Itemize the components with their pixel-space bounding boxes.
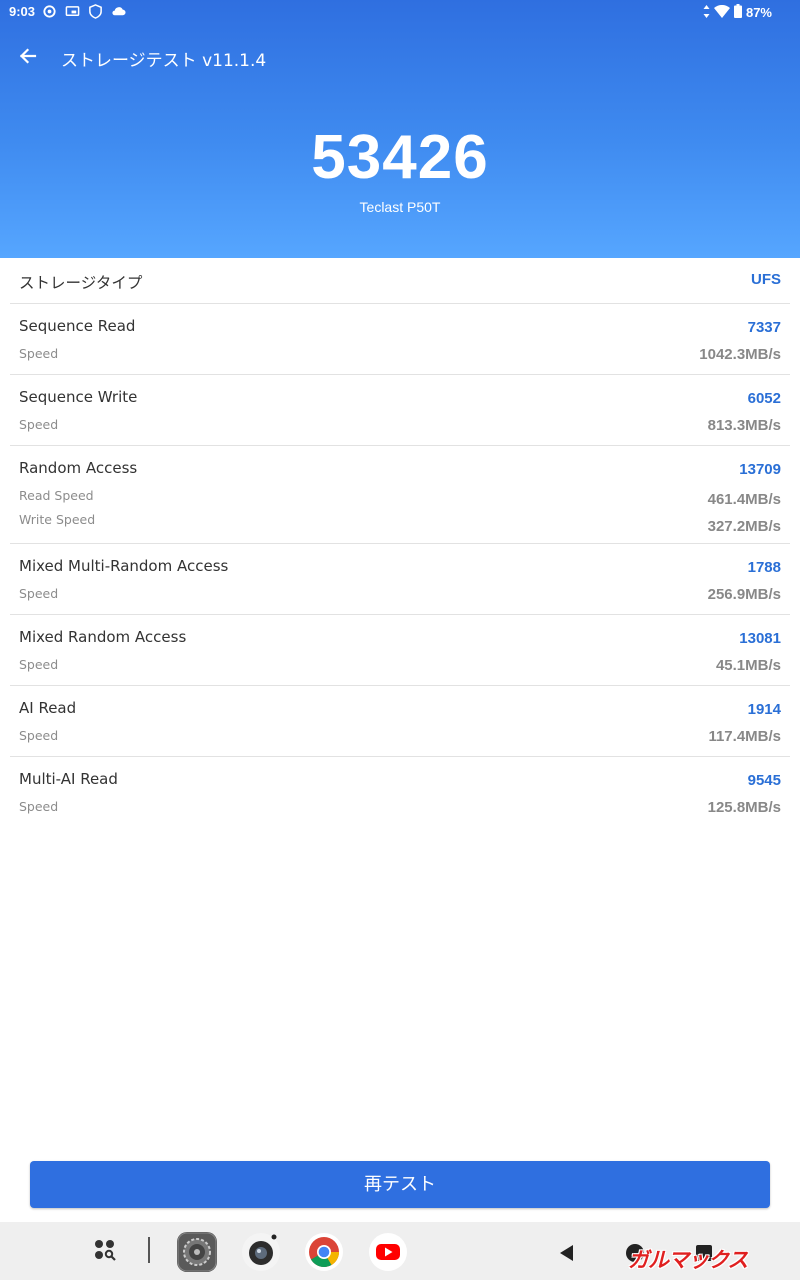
result-score: 13709 — [739, 461, 781, 478]
watermark-logo: ガルマックス — [628, 1248, 748, 1272]
metric-value: 125.8MB/s — [707, 799, 781, 816]
metric-value: 461.4MB/s — [707, 491, 781, 508]
result-score: 7337 — [747, 319, 781, 336]
retest-button[interactable]: 再テスト — [30, 1161, 770, 1208]
status-time: 9:03 — [9, 4, 36, 19]
result-title: Mixed Multi-Random Access — [19, 557, 229, 575]
result-list: ストレージタイプ UFS Sequence Read 7337 Speed 10… — [10, 258, 790, 828]
data-arrows-icon — [703, 4, 710, 21]
settings-app-icon[interactable] — [177, 1232, 217, 1272]
cloud-notification-icon — [111, 4, 126, 19]
youtube-app-icon[interactable] — [368, 1232, 408, 1272]
result-title: Mixed Random Access — [19, 628, 187, 646]
metric-label: Speed — [19, 586, 59, 601]
metric-value: 256.9MB/s — [707, 586, 781, 603]
metric-value: 327.2MB/s — [707, 518, 781, 535]
app-title: ストレージテスト v11.1.4 — [61, 51, 267, 71]
app-bar: ストレージテスト v11.1.4 — [0, 36, 800, 76]
settings-gear-notification-icon — [42, 4, 57, 19]
metric-value: 45.1MB/s — [715, 657, 781, 674]
result-row-sequence-read: Sequence Read 7337 Speed 1042.3MB/s — [10, 304, 790, 375]
metric-value: 1042.3MB/s — [699, 346, 781, 363]
shield-notification-icon — [88, 4, 103, 19]
result-score: 9545 — [747, 772, 781, 789]
app-drawer-search-icon[interactable] — [92, 1236, 124, 1268]
score-header: 9:03 87% ストレージテスト v11.1.4 53426 Teclast … — [0, 0, 800, 258]
metric-label: Speed — [19, 657, 59, 672]
result-row-mixed-random-access: Mixed Random Access 13081 Speed 45.1MB/s — [10, 615, 790, 686]
result-row-mixed-multi-random-access: Mixed Multi-Random Access 1788 Speed 256… — [10, 544, 790, 615]
storage-type-label: ストレージタイプ — [19, 274, 143, 292]
metric-value: 813.3MB/s — [707, 417, 781, 434]
total-score: 53426 — [311, 123, 489, 192]
nav-back-icon[interactable] — [556, 1242, 578, 1264]
metric-label: Speed — [19, 346, 59, 361]
back-arrow-icon[interactable] — [14, 42, 42, 70]
metric-label: Read Speed — [19, 488, 94, 503]
taskbar-divider — [148, 1237, 150, 1263]
result-title: Multi-AI Read — [19, 770, 118, 788]
result-score: 6052 — [747, 390, 781, 407]
metric-label: Speed — [19, 417, 59, 432]
device-name: Teclast P50T — [359, 199, 441, 215]
result-row-multi-ai-read: Multi-AI Read 9545 Speed 125.8MB/s — [10, 757, 790, 828]
result-row-random-access: Random Access 13709 Read Speed 461.4MB/s… — [10, 446, 790, 544]
chrome-app-icon[interactable] — [304, 1232, 344, 1272]
metric-label: Write Speed — [19, 512, 96, 527]
status-bar: 9:03 87% — [0, 0, 800, 24]
metric-label: Speed — [19, 799, 59, 814]
battery-icon — [733, 4, 742, 21]
status-system-icons: 87% — [703, 4, 772, 21]
result-row-sequence-write: Sequence Write 6052 Speed 813.3MB/s — [10, 375, 790, 446]
result-score: 1914 — [747, 701, 781, 718]
storage-type-value: UFS — [751, 271, 781, 288]
result-title: Sequence Write — [19, 388, 138, 406]
metric-label: Speed — [19, 728, 59, 743]
status-notification-icons — [42, 4, 126, 19]
metric-value: 117.4MB/s — [708, 728, 781, 745]
result-score: 13081 — [739, 630, 781, 647]
result-title: Random Access — [19, 459, 138, 477]
screen-cast-notification-icon — [65, 4, 80, 19]
battery-percentage: 87% — [745, 5, 772, 20]
result-title: AI Read — [19, 699, 77, 717]
storage-type-row: ストレージタイプ UFS — [10, 258, 790, 304]
camera-app-icon[interactable] — [241, 1232, 281, 1272]
result-score: 1788 — [747, 559, 781, 576]
result-row-ai-read: AI Read 1914 Speed 117.4MB/s — [10, 686, 790, 757]
wifi-icon — [713, 4, 730, 21]
result-title: Sequence Read — [19, 317, 136, 335]
